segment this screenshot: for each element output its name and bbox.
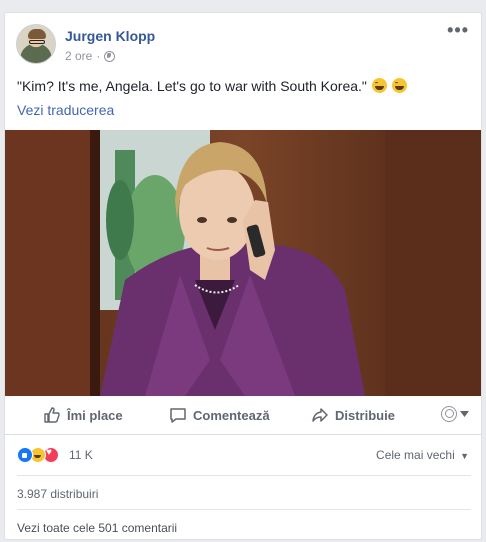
see-translation-link[interactable]: Vezi traducerea — [17, 102, 114, 118]
divider — [17, 475, 471, 476]
author-avatar[interactable] — [16, 24, 56, 64]
more-options-icon[interactable]: ••• — [447, 21, 469, 39]
post-time[interactable]: 2 ore — [65, 49, 92, 63]
like-button[interactable]: Îmi place — [43, 406, 123, 424]
shares-count[interactable]: 3.987 distribuiri — [17, 487, 98, 501]
view-all-comments-link[interactable]: Vezi toate cele 501 comentarii — [17, 521, 177, 535]
post-card: Jurgen Klopp 2 ore · ••• "Kim? It's me, … — [4, 12, 482, 540]
like-reaction-icon — [17, 447, 33, 463]
comment-icon — [170, 408, 186, 423]
author-name[interactable]: Jurgen Klopp — [65, 28, 155, 44]
post-as-selector[interactable] — [441, 406, 469, 422]
reactions-count[interactable]: 11 K — [69, 448, 93, 462]
thumbs-up-icon — [44, 407, 60, 423]
chevron-down-icon — [460, 411, 469, 417]
share-button[interactable]: Distribuie — [311, 406, 395, 424]
post-action-bar: Îmi place Comentează Distribuie — [5, 397, 481, 435]
post-photo[interactable] — [5, 130, 481, 396]
comment-sort-dropdown[interactable]: Cele mai vechi ▼ — [376, 448, 469, 462]
laughing-emoji-icon — [391, 78, 407, 93]
globe-icon — [104, 50, 116, 62]
grinning-emoji-icon — [371, 78, 387, 93]
post-meta: 2 ore · — [65, 49, 116, 63]
divider — [17, 509, 471, 510]
post-text: "Kim? It's me, Angela. Let's go to war w… — [17, 78, 407, 94]
reaction-icons[interactable] — [17, 447, 59, 463]
photo-illustration — [5, 130, 481, 396]
reactions-summary: 11 K Cele mai vechi ▼ — [5, 439, 481, 473]
chevron-down-icon: ▼ — [460, 451, 469, 461]
comment-button[interactable]: Comentează — [169, 406, 270, 424]
profile-avatar-icon — [441, 406, 457, 422]
post-header: Jurgen Klopp 2 ore · ••• — [5, 13, 481, 71]
share-arrow-icon — [312, 408, 328, 422]
